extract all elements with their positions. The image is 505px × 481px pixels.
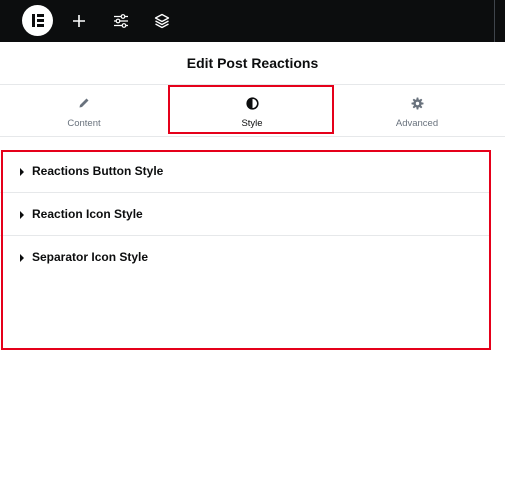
toolbar-divider (494, 0, 495, 42)
top-toolbar (0, 0, 505, 42)
section-separator-icon-style[interactable]: Separator Icon Style (0, 236, 491, 279)
elementor-logo-icon[interactable] (22, 5, 53, 36)
tab-advanced[interactable]: Advanced (333, 85, 501, 137)
section-reactions-button-style[interactable]: Reactions Button Style (0, 150, 491, 193)
sliders-icon (114, 14, 128, 28)
panel-title: Edit Post Reactions (186, 55, 319, 71)
plus-icon (73, 15, 85, 27)
gear-icon (410, 96, 424, 110)
tab-content[interactable]: Content (0, 85, 168, 137)
half-circle-icon (245, 96, 259, 110)
pencil-icon (77, 96, 91, 110)
add-element-button[interactable] (67, 9, 91, 33)
section-label: Reaction Icon Style (32, 207, 143, 221)
structure-button[interactable] (150, 9, 174, 33)
caret-right-icon (20, 254, 24, 262)
section-reaction-icon-style[interactable]: Reaction Icon Style (0, 193, 491, 236)
panel-tabs: Content Style Advanced (0, 85, 505, 137)
layers-icon (154, 13, 170, 29)
caret-right-icon (20, 211, 24, 219)
panel-header: Edit Post Reactions (0, 42, 505, 85)
tab-content-label: Content (67, 118, 101, 129)
tab-style[interactable]: Style (168, 85, 336, 137)
tab-advanced-label: Advanced (395, 118, 439, 129)
section-label: Reactions Button Style (32, 164, 164, 178)
style-sections: Reactions Button Style Reaction Icon Sty… (0, 150, 491, 279)
caret-right-icon (20, 168, 24, 176)
tab-style-label: Style (241, 118, 263, 129)
section-label: Separator Icon Style (32, 250, 149, 264)
site-settings-button[interactable] (109, 9, 133, 33)
